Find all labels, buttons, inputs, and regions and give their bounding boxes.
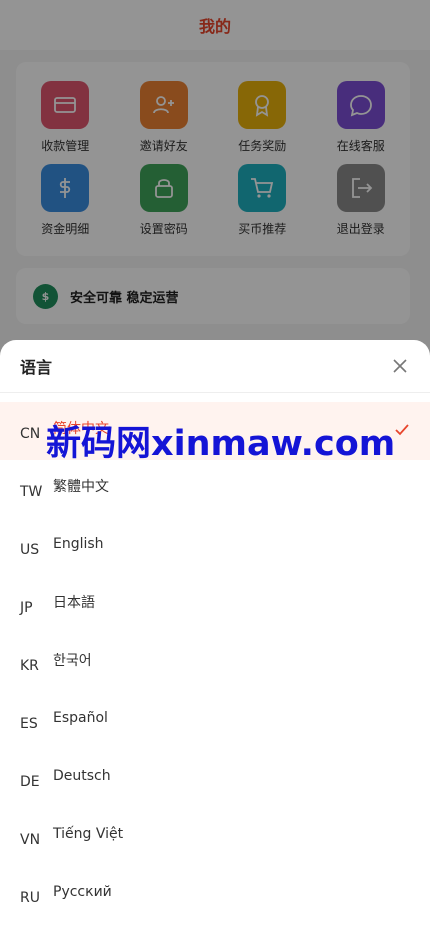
language-name: 한국어: [53, 653, 92, 669]
language-name: Русский: [53, 884, 112, 900]
language-option-ru[interactable]: RU Русский: [0, 866, 430, 924]
language-name: 繁體中文: [53, 479, 109, 495]
language-option-jp[interactable]: JP 日本語: [0, 576, 430, 634]
language-name: English: [53, 536, 104, 552]
language-option-tw[interactable]: TW 繁體中文: [0, 460, 430, 518]
sheet-title: 语言: [20, 358, 53, 377]
language-code: ES: [20, 716, 38, 732]
language-code: RU: [20, 890, 40, 906]
language-name: 日本語: [53, 595, 95, 611]
close-button[interactable]: [390, 356, 410, 376]
close-icon: [393, 359, 407, 373]
language-name: Deutsch: [53, 768, 111, 784]
language-code: JP: [20, 600, 33, 616]
language-option-us[interactable]: US English: [0, 518, 430, 576]
language-option-vn[interactable]: VN Tiếng Việt: [0, 808, 430, 866]
language-code: DE: [20, 774, 40, 790]
language-list: CN 简体中文 TW 繁體中文 US English JP 日本語 KR 한국어 ES Español…: [0, 393, 430, 924]
sheet-header: 语言: [0, 340, 430, 393]
language-code: KR: [20, 658, 39, 674]
language-code: US: [20, 542, 40, 558]
language-option-de[interactable]: DE Deutsch: [0, 750, 430, 808]
language-name: Español: [53, 710, 108, 726]
language-option-kr[interactable]: KR 한국어: [0, 634, 430, 692]
language-option-es[interactable]: ES Español: [0, 692, 430, 750]
language-name: Tiếng Việt: [53, 826, 124, 842]
language-code: TW: [20, 484, 43, 500]
language-code: VN: [20, 832, 41, 848]
watermark: 新码网xinmaw.com: [46, 424, 396, 464]
checkmark-icon: [395, 424, 409, 436]
